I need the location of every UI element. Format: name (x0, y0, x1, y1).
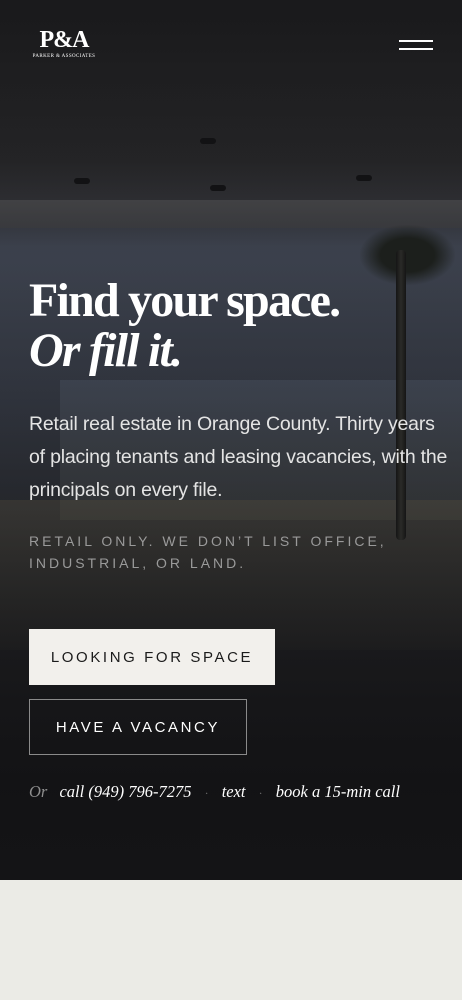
have-a-vacancy-button[interactable]: HAVE A VACANCY (29, 699, 247, 755)
brand-logo[interactable]: P&A PARKER & ASSOCIATES (28, 28, 100, 62)
hamburger-menu-icon[interactable] (399, 38, 435, 54)
headline-line-2: Or fill it. (29, 324, 183, 377)
hero-headline: Find your space. Or fill it. (29, 276, 449, 376)
logo-monogram: P&A (39, 27, 90, 53)
looking-for-space-button[interactable]: LOOKING FOR SPACE (29, 629, 275, 685)
call-phone-link[interactable]: call (949) 796-7275 (59, 782, 191, 801)
ceiling-light (200, 138, 216, 144)
ceiling-beam-background (0, 200, 462, 228)
retail-only-note: Retail only. We don’t list office, indus… (29, 533, 387, 571)
hero-description: Retail real estate in Orange County. Thi… (29, 413, 448, 501)
headline-line-1: Find your space. (29, 274, 341, 327)
contact-options: Or call (949) 796-7275 · text · book a 1… (29, 780, 449, 805)
hero-section: P&A PARKER & ASSOCIATES Find your space.… (0, 0, 462, 880)
separator-dot: · (204, 786, 209, 800)
ceiling-light (74, 178, 90, 184)
book-call-link[interactable]: book a 15-min call (276, 782, 400, 801)
beach-background (0, 500, 462, 650)
logo-wordmark: PARKER & ASSOCIATES (32, 54, 96, 59)
contact-prefix: Or (29, 782, 48, 801)
text-link[interactable]: text (222, 782, 246, 801)
ceiling-light (356, 175, 372, 181)
menu-bar-top (399, 40, 433, 42)
menu-bar-bottom (399, 48, 433, 50)
ceiling-light (210, 185, 226, 191)
next-section (0, 880, 462, 1000)
separator-dot: · (258, 786, 263, 800)
